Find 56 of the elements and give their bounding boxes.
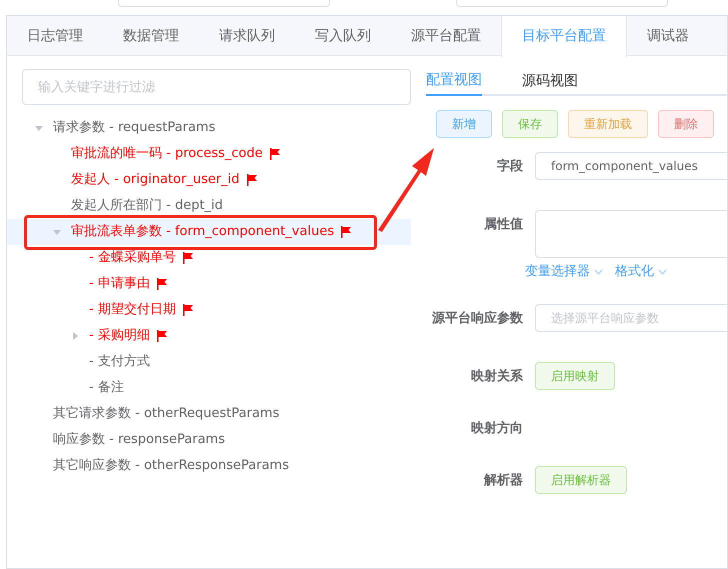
tree-item[interactable]: 其它请求参数 - otherRequestParams [53,404,280,424]
form-label: 映射关系 [470,368,524,386]
select-field[interactable]: 选择源平台响应参数 [535,304,727,332]
tree-item[interactable]: 其它响应参数 - otherResponseParams [53,456,289,476]
date-field[interactable] [456,0,668,7]
flag-icon [268,148,280,160]
form-label: 映射方向 [470,420,524,438]
tree-item[interactable]: - 备注 [89,378,124,398]
chevron-down-icon [594,268,603,275]
dropdown-link[interactable]: 格式化 [615,262,667,282]
toggle-button[interactable]: 启用解析器 [535,466,627,494]
action-button[interactable]: 保存 [502,110,558,138]
tab[interactable]: 源平台配置 [391,16,501,56]
form-label: 属性值 [483,216,524,234]
value-textarea[interactable] [535,210,727,258]
flag-icon [340,226,352,238]
tree-item[interactable]: - 期望交付日期 [89,300,176,320]
caret-down-icon[interactable] [53,228,61,236]
form-label: 解析器 [482,472,524,490]
action-button[interactable]: 新增 [436,110,492,138]
tree-item[interactable]: 发起人所在部门 - dept_id [71,196,223,216]
view-tab[interactable]: 配置视图 [426,66,482,96]
action-button[interactable]: 重新加载 [568,110,648,138]
tree-item[interactable]: 审批流的唯一码 - process_code [71,144,263,164]
chevron-down-icon [658,268,667,275]
caret-down-icon[interactable] [35,124,43,132]
tab[interactable]: 写入队列 [295,16,391,56]
tree-item[interactable]: 发起人 - originator_user_id [71,170,240,190]
date-field[interactable] [118,0,330,7]
tab[interactable]: 请求队列 [199,16,295,56]
flag-icon [246,174,257,186]
view-tab[interactable]: 源码视图 [522,66,578,96]
tab[interactable]: 目标平台配置 [501,16,627,57]
tree-item[interactable]: - 金蝶采购单号 [89,248,176,268]
toggle-button[interactable]: 启用映射 [535,362,615,390]
form-label: 字段 [496,158,524,176]
field-input[interactable]: form_component_values [535,152,727,180]
form-label: 源平台响应参数 [431,310,524,328]
dropdown-link[interactable]: 变量选择器 [525,262,603,282]
tree-item[interactable]: - 支付方式 [89,352,150,372]
tree-row-highlight[interactable]: 审批流表单参数 - form_component_values [7,219,411,245]
tab[interactable]: 数据管理 [103,16,199,56]
tree-item[interactable]: 审批流表单参数 - form_component_values [71,222,334,242]
tab[interactable]: 日志管理 [7,16,103,56]
tree-item[interactable]: 响应参数 - responseParams [53,430,225,450]
tab[interactable]: 调试器 [627,16,709,56]
flag-icon [182,304,193,316]
tree-item[interactable]: - 申请事由 [89,274,150,294]
action-button[interactable]: 删除 [658,110,714,138]
flag-icon [156,278,167,290]
filter-field[interactable]: 输入关键字进行过滤 [22,69,411,105]
flag-icon [156,330,167,342]
flag-icon [182,252,193,264]
tree-item[interactable]: - 采购明细 [89,326,150,346]
caret-right-icon[interactable] [71,332,79,340]
tree-item[interactable]: 请求参数 - requestParams [53,118,216,138]
